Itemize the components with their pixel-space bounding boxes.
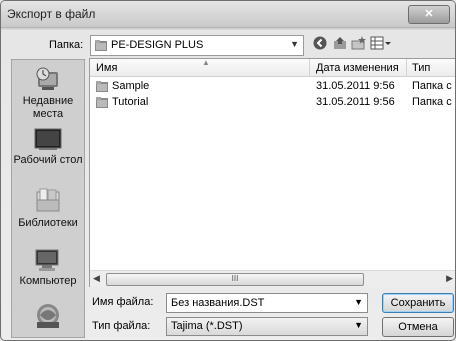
lookin-label: Папка: (49, 39, 84, 51)
title-bar: Экспорт в файл ✕ (1, 1, 455, 28)
export-dialog: Экспорт в файл ✕ Папка: PE-DESIGN PLUS ▼… (0, 0, 456, 341)
lookin-value: PE-DESIGN PLUS (111, 39, 204, 51)
column-header-type[interactable]: Тип (412, 62, 430, 74)
back-icon[interactable] (311, 36, 329, 52)
column-divider[interactable] (406, 59, 407, 76)
filename-label: Имя файла: (92, 296, 154, 308)
place-label: Компьютер (19, 275, 77, 287)
scrollbar-grip: III (231, 274, 239, 283)
scroll-right-icon[interactable]: ▶ (446, 273, 453, 284)
network-icon (37, 304, 59, 328)
dialog-title: Экспорт в файл (7, 7, 96, 21)
chevron-down-icon[interactable]: ▼ (290, 39, 299, 49)
save-button[interactable]: Сохранить (382, 293, 454, 313)
filetype-value: Tajima (*.DST) (171, 320, 243, 332)
cancel-button[interactable]: Отмена (382, 317, 454, 337)
places-bar: Недавние места Рабочий стол Библиотеки К… (11, 59, 85, 338)
horizontal-scrollbar[interactable]: ◀ III ▶ (90, 270, 455, 287)
file-row[interactable]: Sample 31.05.2011 9:56 Папка с ф (90, 79, 455, 95)
libraries-icon (36, 188, 60, 212)
filename-combo[interactable]: ▼ (166, 293, 368, 313)
column-header-row: Имя ▲ Дата изменения Тип (90, 58, 455, 77)
view-menu-icon[interactable] (370, 36, 392, 52)
folder-icon (96, 96, 108, 111)
close-icon: ✕ (424, 8, 434, 20)
folder-icon (96, 80, 108, 95)
file-date: 31.05.2011 9:56 (316, 96, 395, 108)
recent-places-icon (36, 67, 58, 90)
new-folder-icon[interactable] (350, 36, 368, 52)
computer-icon (35, 249, 59, 271)
file-name: Tutorial (112, 96, 149, 108)
scroll-left-icon[interactable]: ◀ (93, 273, 100, 284)
file-name: Sample (112, 80, 150, 92)
place-label: Рабочий стол (13, 154, 83, 166)
desktop-icon (34, 128, 62, 150)
filetype-label: Тип файла: (92, 320, 151, 332)
column-divider[interactable] (309, 59, 310, 76)
chevron-down-icon[interactable]: ▼ (354, 320, 363, 330)
file-list[interactable]: Имя ▲ Дата изменения Тип Sample 31.05.20… (89, 58, 455, 287)
chevron-down-icon[interactable]: ▼ (354, 297, 363, 307)
file-date: 31.05.2011 9:56 (316, 80, 395, 92)
filetype-select[interactable]: Tajima (*.DST) ▼ (166, 317, 368, 336)
file-type: Папка с ф (412, 80, 455, 92)
place-desktop[interactable]: Рабочий стол (12, 127, 84, 167)
column-header-name[interactable]: Имя (96, 62, 117, 74)
column-header-date[interactable]: Дата изменения (316, 62, 399, 74)
place-recent[interactable]: Недавние места (12, 66, 84, 121)
place-network[interactable] (12, 302, 84, 333)
up-folder-icon[interactable] (331, 36, 349, 52)
file-type: Папка с ф (412, 96, 455, 108)
lookin-dropdown[interactable]: PE-DESIGN PLUS ▼ (90, 35, 304, 56)
folder-icon (95, 39, 107, 54)
sort-ascending-icon: ▲ (202, 58, 210, 67)
file-row[interactable]: Tutorial 31.05.2011 9:56 Папка с ф (90, 95, 455, 111)
place-computer[interactable]: Компьютер (12, 248, 84, 288)
scrollbar-thumb[interactable]: III (106, 273, 364, 286)
place-label: Недавние места (22, 95, 74, 120)
place-label: Библиотеки (18, 217, 78, 229)
place-libraries[interactable]: Библиотеки (12, 188, 84, 230)
filename-input[interactable] (167, 294, 345, 312)
close-button[interactable]: ✕ (408, 5, 450, 24)
